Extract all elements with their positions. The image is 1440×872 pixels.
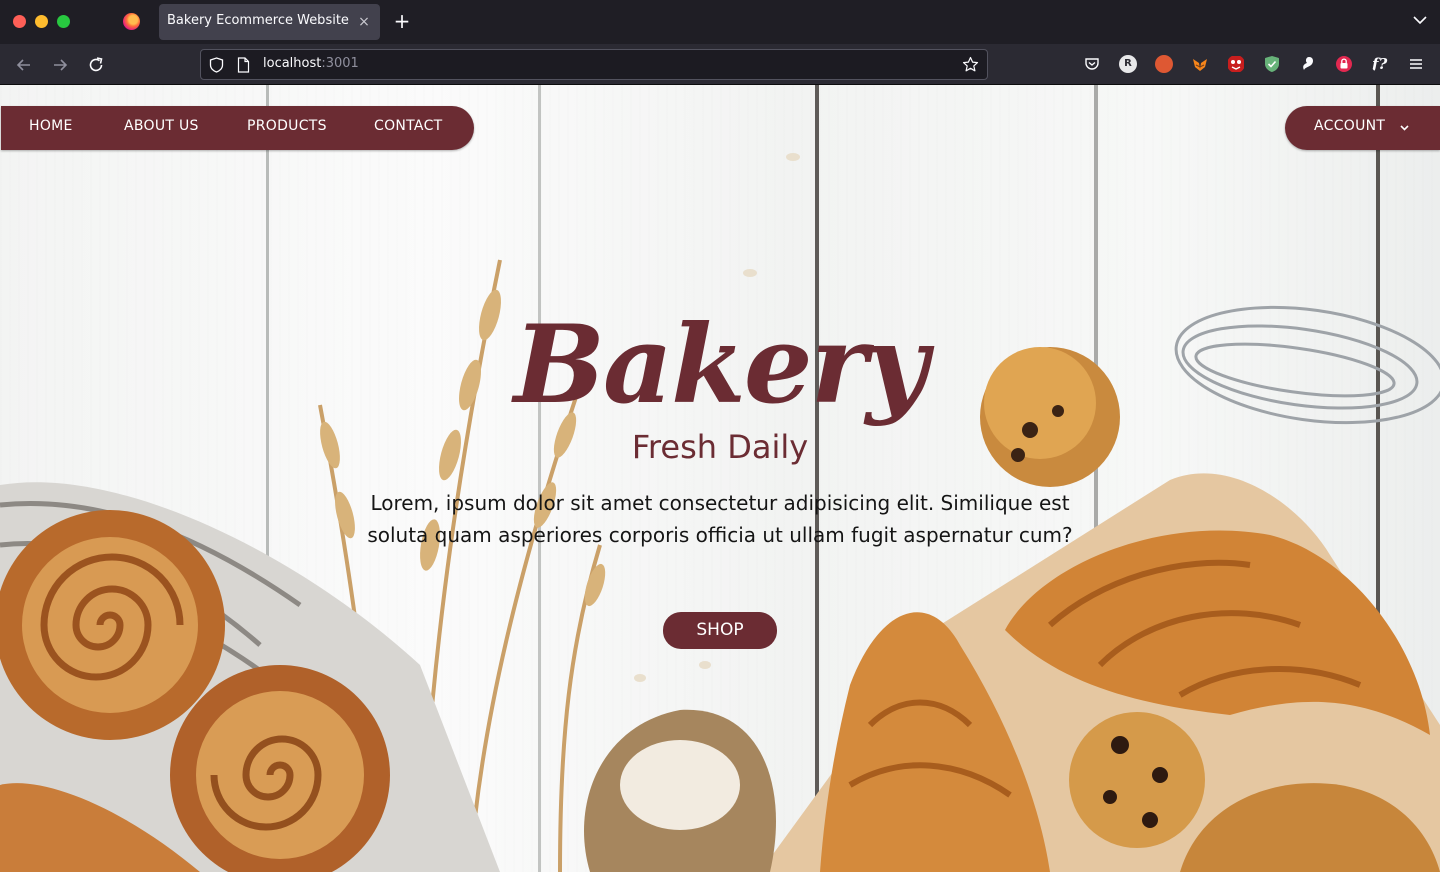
site-navigation: HOME ABOUT US PRODUCTS CONTACT xyxy=(1,106,474,150)
gnome-icon[interactable] xyxy=(1299,55,1317,73)
chevron-down-icon xyxy=(1400,125,1409,131)
metamask-icon[interactable] xyxy=(1191,55,1209,73)
url-text[interactable]: localhost:3001 xyxy=(263,56,359,71)
bakery-hero-image xyxy=(0,153,1440,872)
chevron-down-icon[interactable] xyxy=(1412,12,1428,28)
svg-text:f?: f? xyxy=(1371,55,1387,73)
pocket-icon[interactable] xyxy=(1083,55,1101,73)
shop-button[interactable]: SHOP xyxy=(663,612,777,649)
browser-titlebar: Bakery Ecommerce Website × + xyxy=(0,0,1440,44)
minimize-window-button[interactable] xyxy=(35,15,48,28)
forward-icon[interactable] xyxy=(50,55,70,75)
account-label: ACCOUNT xyxy=(1314,118,1386,134)
nav-link-home[interactable]: HOME xyxy=(29,118,73,134)
url-bar[interactable]: localhost:3001 xyxy=(200,49,988,80)
ublock-icon[interactable] xyxy=(1227,55,1245,73)
close-tab-icon[interactable]: × xyxy=(356,14,372,30)
nav-link-contact[interactable]: CONTACT xyxy=(374,118,443,134)
adguard-icon[interactable] xyxy=(1263,55,1281,73)
maximize-window-button[interactable] xyxy=(57,15,70,28)
browser-tab[interactable]: Bakery Ecommerce Website × xyxy=(159,4,380,40)
url-port: :3001 xyxy=(321,56,359,71)
nav-link-products[interactable]: PRODUCTS xyxy=(247,118,327,134)
bookmark-star-icon[interactable] xyxy=(962,56,979,73)
lock-icon[interactable] xyxy=(1335,55,1353,73)
readwise-icon[interactable]: R xyxy=(1119,55,1137,73)
menu-icon[interactable] xyxy=(1407,55,1425,73)
function-icon[interactable]: f? xyxy=(1371,55,1391,73)
grain-sack-image xyxy=(584,709,776,872)
tab-title: Bakery Ecommerce Website xyxy=(167,13,349,28)
cinnamon-roll-image xyxy=(0,510,390,872)
duckduckgo-icon[interactable] xyxy=(1155,55,1173,73)
hero-title: Bakery xyxy=(513,302,928,428)
chocolate-muffin-image xyxy=(1069,712,1205,848)
reload-icon[interactable] xyxy=(86,55,106,75)
web-page: HOME ABOUT US PRODUCTS CONTACT ACCOUNT B… xyxy=(0,85,1440,872)
account-dropdown[interactable]: ACCOUNT xyxy=(1285,106,1440,150)
hero-subtitle: Fresh Daily xyxy=(631,428,809,466)
close-window-button[interactable] xyxy=(13,15,26,28)
url-host: localhost xyxy=(263,56,322,71)
nav-link-about-us[interactable]: ABOUT US xyxy=(124,118,199,134)
back-icon[interactable] xyxy=(14,55,34,75)
page-icon[interactable] xyxy=(237,57,250,73)
new-tab-button[interactable]: + xyxy=(392,10,412,32)
browser-toolbar: localhost:3001 R f? xyxy=(0,44,1440,85)
hero-description: Lorem, ipsum dolor sit amet consectetur … xyxy=(367,491,1073,547)
firefox-logo-icon xyxy=(123,13,140,30)
shield-icon[interactable] xyxy=(209,57,224,73)
